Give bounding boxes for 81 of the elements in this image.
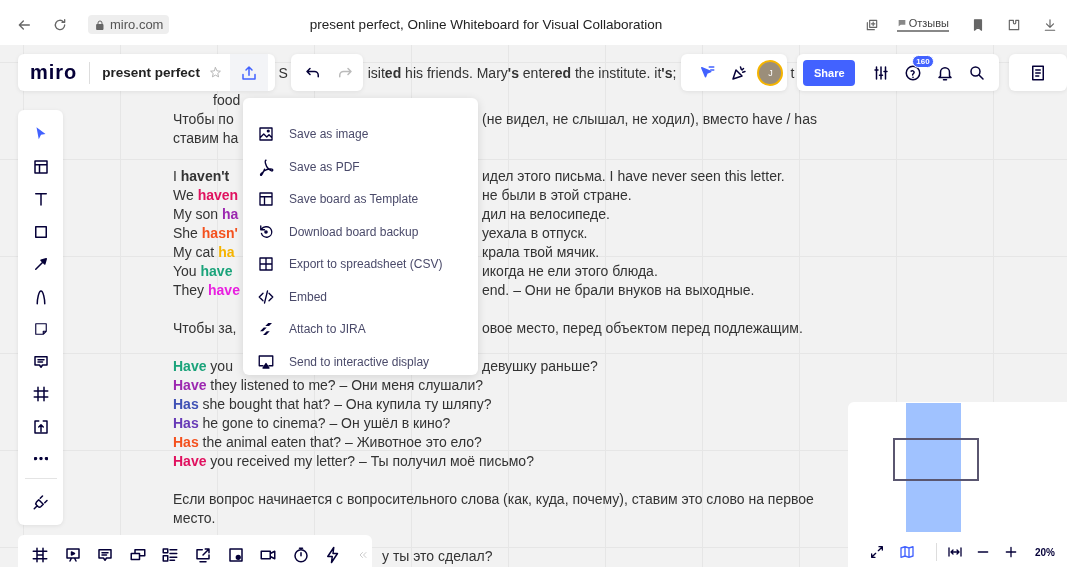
board-text: (не видел, не слышал, не ходил), вместо have / has — [482, 110, 817, 129]
menu-item[interactable]: Send to interactive display — [243, 345, 478, 378]
timer-icon[interactable] — [291, 546, 310, 564]
board-text: food — [213, 92, 241, 108]
board-text: She hasn' — [173, 225, 238, 241]
sliders-icon[interactable] — [872, 63, 891, 82]
present-icon[interactable] — [63, 546, 82, 564]
frames-icon[interactable] — [31, 546, 49, 564]
board-text: Has she bought that hat? – Она купила ту шляпу? — [173, 396, 492, 412]
board-name[interactable]: present perfect — [102, 65, 200, 80]
image-icon — [257, 125, 275, 144]
star-icon[interactable] — [208, 66, 222, 79]
fullscreen-icon — [869, 544, 885, 560]
kanban-icon[interactable] — [161, 546, 180, 564]
feedback-link[interactable]: Отзывы — [896, 17, 949, 32]
board-text: девушку раньше? — [482, 357, 598, 376]
reload-icon[interactable] — [52, 16, 68, 33]
board-text: S — [277, 64, 289, 81]
viewport-frame[interactable] — [893, 438, 979, 481]
board-text: место. — [173, 510, 216, 526]
board-text: овое место, перед объектом перед подлежащим. — [482, 319, 803, 338]
grid-icon — [257, 255, 275, 274]
board-text: Have they listened to me? – Они меня слушали? — [173, 377, 484, 393]
board-text: не были в этой стране. — [482, 186, 632, 205]
address-field[interactable]: miro.com — [88, 15, 170, 34]
pdf-icon — [257, 157, 275, 176]
board-text: Has he gone to cinema? – Он ушёл в кино? — [173, 415, 451, 431]
notification-badge: 160 — [912, 54, 934, 68]
board-text: икогда не ели этого блюда. — [482, 262, 658, 281]
menu-item[interactable]: Export to spreadsheet (CSV) — [243, 248, 478, 281]
board-text: My son ha — [173, 206, 239, 222]
page-title: present perfect, Online Whiteboard for Visual Collaboration — [308, 17, 664, 32]
board-text: Чтобы за, — [173, 320, 237, 336]
comments-icon[interactable] — [96, 546, 115, 564]
board-text: Если вопрос начинается с вопросительного слова (как, куда, почему), ставим это слово на первое — [173, 491, 814, 507]
board-text: Have you received my letter? – Ты получил моё письмо? — [173, 453, 534, 469]
board-text: крала твой мячик. — [482, 243, 600, 262]
board-text: I haven't — [173, 168, 230, 184]
board-text: Have you — [173, 358, 233, 374]
board-text: дил на велосипеде. — [482, 205, 610, 224]
lock-icon — [94, 18, 106, 31]
zoom-level: 20% — [1035, 546, 1055, 558]
menu-item[interactable]: Save as PDF — [243, 150, 478, 183]
menu-item[interactable]: Save as image — [243, 118, 478, 151]
party-popper-icon[interactable] — [730, 63, 749, 82]
board-text: Has the animal eaten that? – Животное это ело? — [173, 434, 482, 450]
extensions-icon[interactable] — [1007, 17, 1021, 32]
download-icon[interactable] — [1043, 17, 1057, 32]
board-text: end. – Они не брали внуков на выходные. — [482, 281, 755, 300]
share-button[interactable]: Share — [803, 59, 856, 86]
bookmark-icon[interactable] — [971, 17, 985, 32]
miro-logo[interactable]: miro — [30, 61, 78, 84]
upload-icon — [239, 63, 258, 82]
help-icon[interactable] — [904, 63, 923, 82]
map-icon — [899, 544, 915, 560]
board-text: ставим ha — [173, 130, 239, 146]
board-text: Чтобы по — [173, 111, 234, 127]
speech-bubble-icon — [896, 18, 907, 28]
board-text: уехала в отпуск. — [482, 224, 588, 243]
share-screen-icon[interactable] — [193, 546, 212, 564]
menu-item[interactable]: Save board as Template — [243, 183, 478, 216]
embed-icon — [257, 287, 275, 306]
board-text: идел этого письма. I have never seen this letter. — [482, 167, 785, 186]
display-icon — [257, 352, 275, 371]
menu-item[interactable]: Embed — [243, 280, 478, 313]
address-text: miro.com — [110, 17, 164, 32]
template-icon — [257, 190, 275, 209]
backup-icon — [257, 222, 275, 241]
board-text: t — [789, 64, 796, 81]
board-text: у ты это сделал? — [382, 547, 493, 566]
board-text: isited his friends. Mary's entered the institute. it's; — [366, 64, 678, 81]
board-text: We haven — [173, 187, 239, 203]
search-icon[interactable] — [968, 63, 987, 82]
export-button[interactable] — [229, 54, 268, 91]
board-text: They have — [173, 282, 240, 298]
tabs-icon[interactable] — [864, 17, 879, 32]
board-text: My cat ha — [173, 244, 235, 260]
menu-item[interactable]: Download board backup — [243, 215, 478, 248]
board-text: You have — [173, 263, 233, 279]
menu-item[interactable]: Attach to JIRA — [243, 313, 478, 346]
zoom-in-icon[interactable] — [1003, 544, 1019, 560]
